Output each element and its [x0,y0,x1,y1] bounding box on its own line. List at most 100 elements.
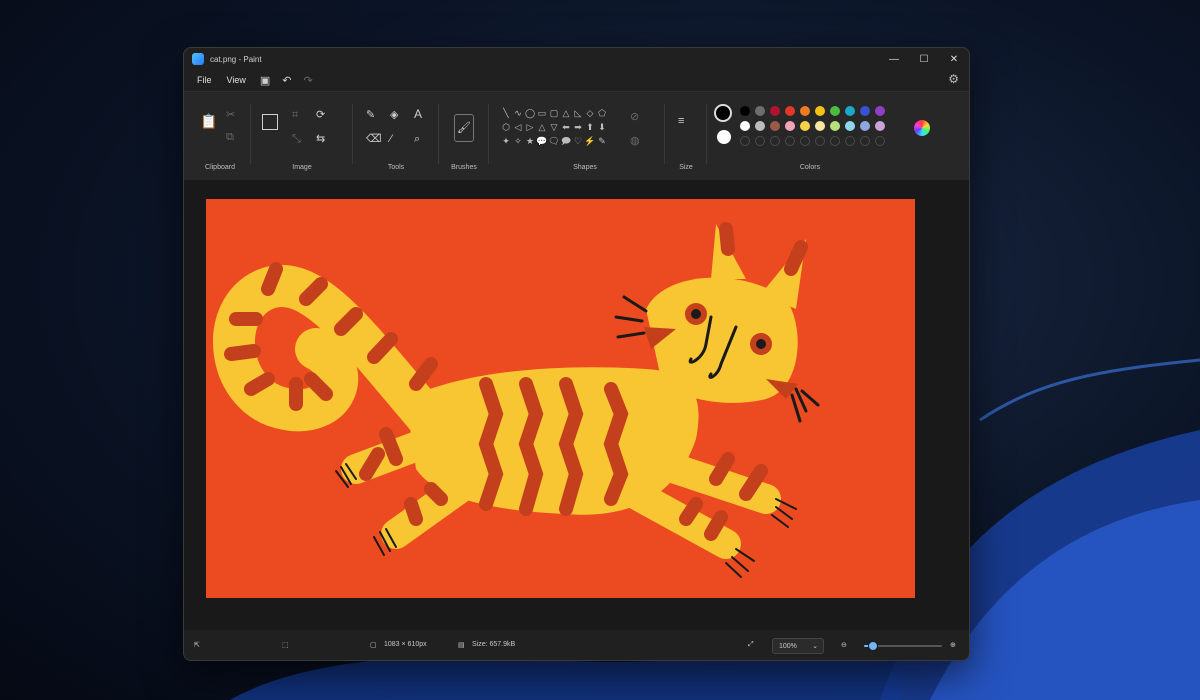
color-swatch[interactable] [755,121,765,131]
color-swatch[interactable] [815,121,825,131]
line-width-icon[interactable]: ≡ [678,116,684,127]
color-swatch[interactable] [845,121,855,131]
outline-icon[interactable]: ⊘ [630,112,639,123]
color-swatch[interactable] [860,106,870,116]
color-swatch[interactable] [875,121,885,131]
paste-icon[interactable]: 📋 [200,114,217,128]
title-bar[interactable]: cat.png - Paint — ☐ ✕ [184,48,969,70]
shape-option[interactable]: △ [560,106,572,120]
secondary-color-swatch[interactable] [717,130,731,144]
custom-color-slot[interactable] [845,136,855,146]
shape-option[interactable]: 💬 [536,134,548,148]
pencil-icon[interactable]: ✎ [366,110,375,121]
zoom-in-icon[interactable]: ⊕ [950,641,956,649]
shape-option[interactable]: ⬇ [596,120,608,134]
shape-option[interactable]: ✦ [500,134,512,148]
shape-option[interactable]: ⚡ [584,134,596,148]
color-swatch[interactable] [830,121,840,131]
color-swatch[interactable] [875,106,885,116]
minimize-button[interactable]: — [879,48,909,70]
shape-option[interactable]: ➡ [572,120,584,134]
shape-fill-icon[interactable]: ◍ [630,136,640,147]
color-swatch[interactable] [800,106,810,116]
color-swatch[interactable] [770,106,780,116]
shape-option[interactable]: ▭ [536,106,548,120]
fill-icon[interactable]: ◈ [390,110,398,121]
color-picker-icon[interactable]: ⁄ [390,134,392,145]
custom-color-slot[interactable] [800,136,810,146]
shape-option[interactable]: ╲ [500,106,512,120]
shape-option[interactable]: ⬅ [560,120,572,134]
shape-option[interactable]: 🗩 [560,134,572,148]
color-swatch[interactable] [770,121,780,131]
color-swatch[interactable] [740,106,750,116]
color-swatch[interactable] [785,106,795,116]
color-swatch[interactable] [815,106,825,116]
shape-option[interactable]: △ [536,120,548,134]
zoom-select[interactable]: 100% ⌄ [772,638,824,654]
magnifier-icon[interactable]: ⌕ [414,134,420,145]
custom-color-slot[interactable] [815,136,825,146]
shape-option[interactable]: ✧ [512,134,524,148]
color-swatch[interactable] [860,121,870,131]
custom-color-slot[interactable] [875,136,885,146]
flip-icon[interactable]: ⇆ [316,134,325,145]
shape-option[interactable]: ★ [524,134,536,148]
shape-option[interactable]: ✎ [596,134,608,148]
menu-file[interactable]: File [195,73,214,87]
redo-icon[interactable]: ↷ [304,74,313,87]
color-swatch[interactable] [830,106,840,116]
rotate-icon[interactable]: ⟳ [316,110,325,121]
custom-color-slot[interactable] [785,136,795,146]
brush-icon[interactable]: 🖌 [454,114,474,142]
shape-option[interactable]: ▢ [548,106,560,120]
eraser-icon[interactable]: ⌫ [366,134,382,145]
undo-icon[interactable]: ↶ [282,74,291,87]
shape-option[interactable]: ◇ [584,106,596,120]
zoom-slider[interactable] [864,641,942,651]
color-swatch[interactable] [755,106,765,116]
custom-color-slot[interactable] [770,136,780,146]
close-button[interactable]: ✕ [939,48,969,70]
custom-color-slot[interactable] [830,136,840,146]
copy-icon[interactable]: ⧉ [226,132,234,143]
zoom-slider-thumb[interactable] [867,641,878,651]
shape-option[interactable]: ⬠ [596,106,608,120]
shape-option[interactable]: ▷ [524,120,536,134]
shape-option[interactable]: ◺ [572,106,584,120]
maximize-button[interactable]: ☐ [909,48,939,70]
select-icon[interactable] [262,114,278,130]
gear-icon[interactable]: ⚙ [948,72,959,86]
drawing-canvas[interactable] [206,199,915,598]
canvas-area[interactable] [184,180,969,630]
cut-icon[interactable]: ✂ [226,110,235,121]
color-swatch[interactable] [785,121,795,131]
shape-option[interactable]: ∿ [512,106,524,120]
color-swatch[interactable] [800,121,810,131]
floppy-icon[interactable]: ▣ [260,74,270,87]
edit-colors-icon[interactable] [914,120,930,136]
shape-option[interactable]: ♡ [572,134,584,148]
shape-option[interactable]: ⬆ [584,120,596,134]
window-title: cat.png - Paint [210,54,262,64]
color-swatch[interactable] [845,106,855,116]
color-swatch[interactable] [740,121,750,131]
shape-option[interactable]: ▽ [548,120,560,134]
shape-option[interactable]: ◯ [524,106,536,120]
zoom-out-icon[interactable]: ⊖ [841,641,847,649]
shape-option[interactable]: ◁ [512,120,524,134]
size-group: ≡ Size [668,92,704,180]
shape-option[interactable]: ⬡ [500,120,512,134]
primary-color-swatch[interactable] [714,104,732,122]
crop-icon[interactable]: ⌗ [292,110,298,121]
size-label: Size [679,164,693,171]
text-tool-icon[interactable]: A [414,108,422,120]
custom-color-slot[interactable] [740,136,750,146]
file-size-text: Size: 657.9kB [472,641,516,648]
custom-color-slot[interactable] [755,136,765,146]
fit-to-window-icon[interactable]: ⤢ [748,641,754,649]
shape-option[interactable]: 🗨 [548,134,560,148]
custom-color-slot[interactable] [860,136,870,146]
resize-icon[interactable]: ⤡ [292,134,301,145]
menu-view[interactable]: View [225,73,248,87]
